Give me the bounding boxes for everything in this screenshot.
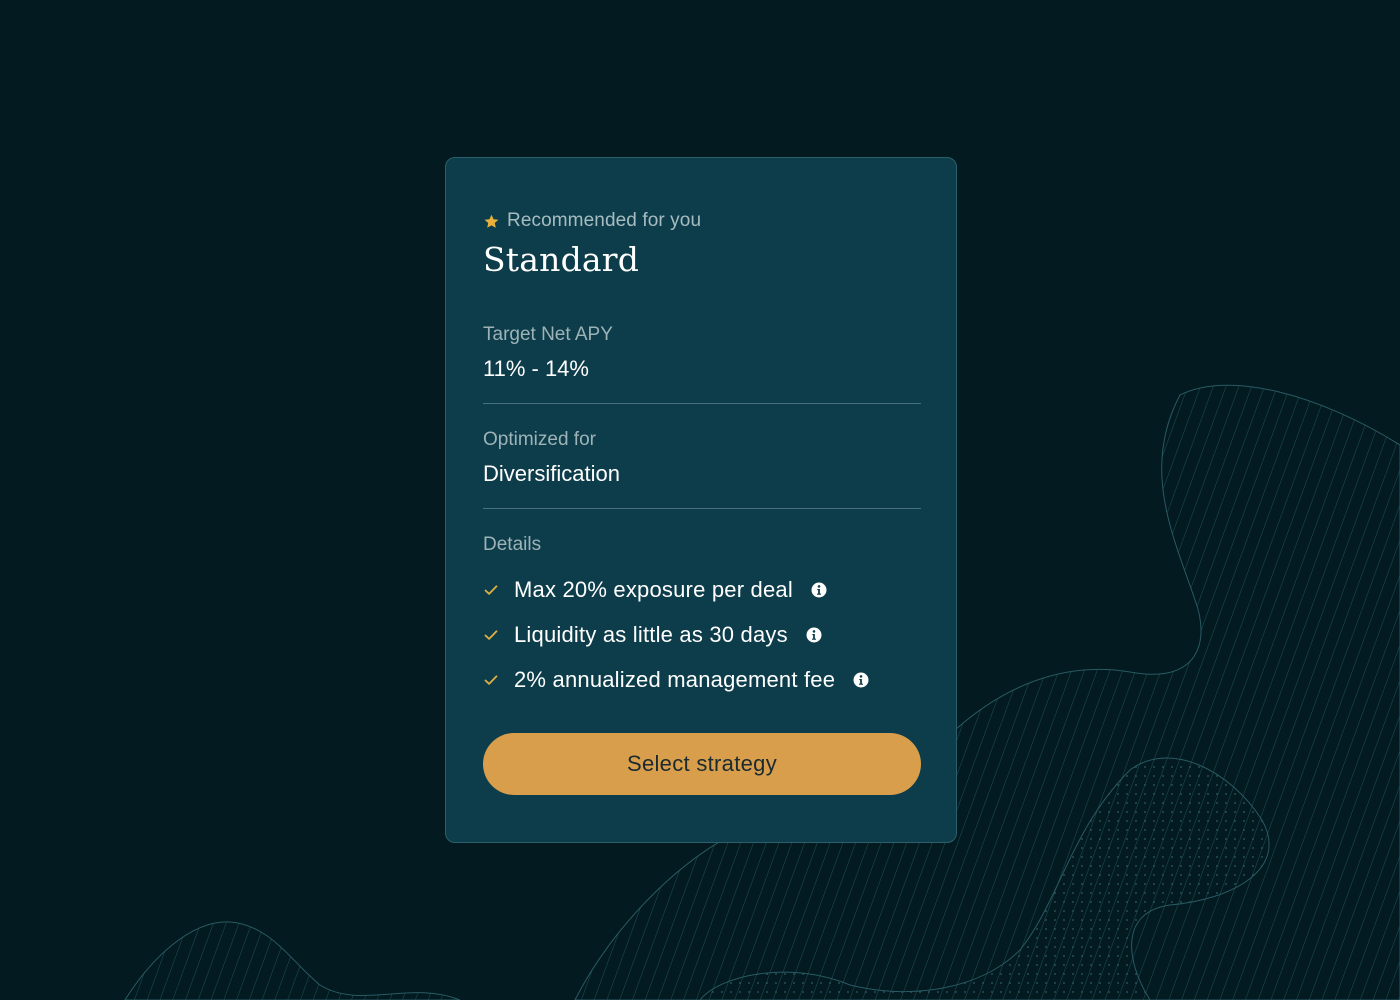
check-icon	[484, 674, 498, 685]
apy-section: Target Net APY 11% - 14%	[483, 324, 921, 382]
info-icon[interactable]	[811, 582, 827, 598]
strategy-title: Standard	[483, 240, 640, 279]
info-icon[interactable]	[806, 627, 822, 643]
recommended-badge: Recommended for you	[483, 210, 701, 232]
details-label: Details	[483, 534, 542, 555]
apy-value: 11% - 14%	[483, 356, 589, 381]
list-item: Max 20% exposure per deal	[483, 567, 921, 612]
divider	[483, 508, 921, 509]
detail-text: Max 20% exposure per deal	[514, 576, 793, 602]
star-icon	[484, 214, 499, 228]
apy-label: Target Net APY	[483, 324, 613, 345]
recommended-label: Recommended for you	[507, 210, 702, 231]
info-icon[interactable]	[853, 672, 869, 688]
check-icon	[484, 584, 498, 595]
details-list: Max 20% exposure per deal Liquidity as l…	[483, 567, 921, 702]
optimized-label: Optimized for	[483, 429, 596, 450]
optimized-section: Optimized for Diversification	[483, 429, 921, 487]
select-strategy-button[interactable]: Select strategy	[483, 733, 921, 795]
list-item: 2% annualized management fee	[483, 657, 921, 702]
detail-text: 2% annualized management fee	[514, 666, 836, 692]
strategy-card: Recommended for you Standard Target Net …	[445, 157, 957, 843]
details-section: Details	[483, 534, 921, 556]
check-icon	[484, 629, 498, 640]
page-background: Recommended for you Standard Target Net …	[0, 0, 1400, 1000]
list-item: Liquidity as little as 30 days	[483, 612, 921, 657]
divider	[483, 403, 921, 404]
optimized-value: Diversification	[483, 461, 620, 486]
contour-shape-left	[124, 921, 461, 1000]
detail-text: Liquidity as little as 30 days	[514, 621, 788, 647]
